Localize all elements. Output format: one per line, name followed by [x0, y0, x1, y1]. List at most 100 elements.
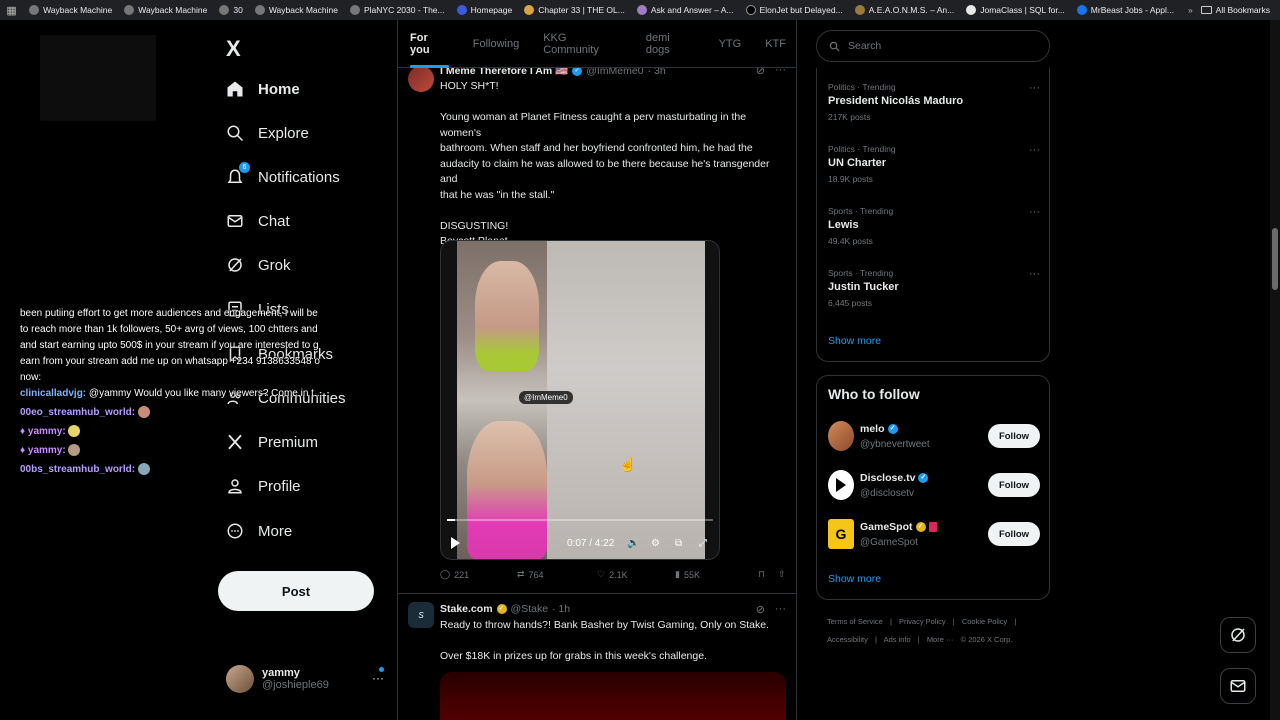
footer-link[interactable]: Cookie Policy [962, 617, 1007, 626]
avatar[interactable] [828, 421, 854, 451]
more-horizontal-icon[interactable]: ··· [1029, 144, 1040, 156]
tab-for-you[interactable]: For you [398, 20, 461, 68]
footer-link[interactable]: Privacy Policy [899, 617, 946, 626]
bookmark-item[interactable]: ElonJet but Delayed... [740, 5, 849, 15]
account-switcher[interactable]: yammy @joshieple69 ··· [226, 665, 386, 693]
reply-button[interactable]: ◯ 221 [440, 569, 517, 580]
tweet-time[interactable]: · 1h [552, 603, 570, 615]
stake-logo-icon[interactable]: S [408, 602, 434, 628]
bookmark-item[interactable]: Wayback Machine [249, 5, 344, 15]
play-icon[interactable] [451, 537, 460, 549]
like-button[interactable]: ♡ 2.1K [597, 569, 675, 580]
trend-posts: 18.9K posts [828, 174, 873, 184]
all-bookmarks-button[interactable]: All Bookmarks [1200, 5, 1280, 15]
share-button[interactable]: ⇧ [778, 569, 786, 580]
views-button[interactable]: ▮ 55K [675, 569, 758, 580]
video-player[interactable]: @ImMeme0 0:07 / 4:22 🔈 ⚙ ⧉ ⤢ ☝ [440, 240, 720, 560]
suggestion-handle: @ybnevertweet [860, 439, 930, 450]
folder-icon [1200, 6, 1212, 14]
search-input[interactable]: Search [816, 30, 1050, 62]
trend-item[interactable]: Sports · Trending Justin Tucker 6,445 po… [828, 268, 1040, 308]
bookmark-item[interactable]: Chapter 33 | THE OL... [518, 5, 631, 15]
tab-demi-dogs[interactable]: demi dogs [634, 20, 707, 68]
site-icon [524, 5, 535, 15]
bookmark-item[interactable]: Wayback Machine [23, 5, 118, 15]
bookmark-item[interactable]: MrBeast Jobs - Appl... [1071, 5, 1180, 15]
fullscreen-icon[interactable]: ⤢ [699, 538, 707, 549]
follow-suggestion[interactable]: G GameSpot ✓ @GameSpot Follow [828, 519, 1040, 551]
follow-button[interactable]: Follow [988, 424, 1040, 448]
nav-item-notifications[interactable]: 6 Notifications [226, 162, 340, 186]
more-horizontal-icon[interactable]: ··· [1029, 268, 1040, 280]
footer-link[interactable]: Accessibility [827, 635, 868, 644]
follow-suggestion[interactable]: Disclose.tv ✓ @disclosetv Follow [828, 470, 1040, 502]
nav-item-home[interactable]: Home [226, 80, 300, 98]
x-logo-icon[interactable]: X [226, 36, 241, 62]
avatar[interactable] [828, 470, 854, 500]
trend-item[interactable]: Politics · Trending UN Charter 18.9K pos… [828, 144, 1040, 184]
page-scrollbar[interactable] [1270, 20, 1280, 720]
nav-item-explore[interactable]: Explore [226, 124, 309, 142]
bookmark-item[interactable]: JomaClass | SQL for... [960, 5, 1071, 15]
grok-floating-button[interactable] [1220, 617, 1256, 653]
trend-item[interactable]: Politics · Trending President Nicolás Ma… [828, 82, 1040, 122]
site-icon [456, 5, 467, 15]
gamespot-logo-icon[interactable]: G [828, 519, 854, 549]
tweet-text-line: bathroom. When staff and her boyfriend c… [440, 142, 753, 154]
volume-icon[interactable]: 🔈 [627, 538, 639, 549]
tab-ytg[interactable]: YTG [707, 20, 754, 68]
more-horizontal-icon[interactable]: ··· [775, 603, 786, 616]
bookmark-item[interactable]: Ask and Answer – A... [631, 5, 740, 15]
bookmark-item[interactable]: A.E.A.O.N.M.S. – An... [849, 5, 961, 15]
bookmark-item[interactable]: PlaNYC 2030 - The... [344, 5, 451, 15]
feed-tabs: For you Following KKG Community demi dog… [398, 20, 796, 68]
more-horizontal-icon[interactable]: ··· [1029, 82, 1040, 94]
search-icon [829, 41, 840, 51]
nav-item-chat[interactable]: Chat [226, 212, 290, 230]
video-progress-bar[interactable] [447, 519, 713, 521]
reply-icon: ◯ [440, 569, 451, 579]
footer-link[interactable]: More ··· [927, 635, 954, 644]
bookmark-item[interactable]: 30 [213, 5, 248, 15]
messages-floating-button[interactable] [1220, 668, 1256, 704]
mouse-cursor-icon: ☝ [619, 456, 637, 472]
who-to-follow-show-more-link[interactable]: Show more [828, 573, 881, 585]
apps-grid-icon[interactable]: ▦ [0, 4, 23, 17]
who-to-follow-panel: Who to follow melo ✓ @ybnevertweet Follow… [816, 375, 1050, 600]
author-handle[interactable]: @Stake [511, 603, 549, 615]
bookmark-item[interactable]: Homepage [451, 5, 519, 15]
scrollbar-thumb[interactable] [1272, 228, 1278, 290]
nav-item-label: Home [258, 80, 300, 98]
globe-icon [29, 5, 40, 15]
post-button[interactable]: Post [218, 571, 374, 611]
more-horizontal-icon[interactable]: ··· [1029, 206, 1040, 218]
tab-kkg-community[interactable]: KKG Community [531, 20, 634, 68]
follow-button[interactable]: Follow [988, 522, 1040, 546]
repost-button[interactable]: ⇄ 764 [517, 569, 597, 580]
verified-badge-icon: ✓ [918, 473, 929, 483]
follow-suggestion[interactable]: melo ✓ @ybnevertweet Follow [828, 421, 1040, 453]
nav-item-label: Explore [258, 124, 309, 142]
nav-item-profile[interactable]: Profile [226, 477, 301, 495]
tweet-media[interactable] [440, 672, 786, 720]
chart-icon: ▮ [675, 569, 680, 579]
follow-button[interactable]: Follow [988, 473, 1040, 497]
settings-icon[interactable]: ⚙ [651, 538, 660, 549]
grok-icon[interactable]: ⊘ [756, 603, 765, 616]
bookmark-item[interactable]: Wayback Machine [118, 5, 213, 15]
bookmarks-overflow-button[interactable]: » [1180, 5, 1201, 15]
bookmark-button[interactable]: ⊓ [758, 569, 778, 580]
avatar[interactable] [408, 66, 434, 92]
author-name[interactable]: Stake.com [440, 603, 493, 615]
footer-link[interactable]: Terms of Service [827, 617, 883, 626]
nav-item-grok[interactable]: Grok [226, 256, 291, 274]
trends-show-more-link[interactable]: Show more [828, 335, 881, 347]
chat-username: clinicalladvjg: [20, 388, 87, 399]
footer-link[interactable]: Ads info [884, 635, 911, 644]
pip-icon[interactable]: ⧉ [675, 538, 682, 549]
trend-item[interactable]: Sports · Trending Lewis 49.4K posts ··· [828, 206, 1040, 246]
tab-following[interactable]: Following [461, 20, 531, 68]
nav-item-more[interactable]: More [226, 522, 292, 540]
tab-ktf[interactable]: KTF [753, 20, 796, 68]
more-horizontal-icon: ··· [372, 671, 384, 685]
